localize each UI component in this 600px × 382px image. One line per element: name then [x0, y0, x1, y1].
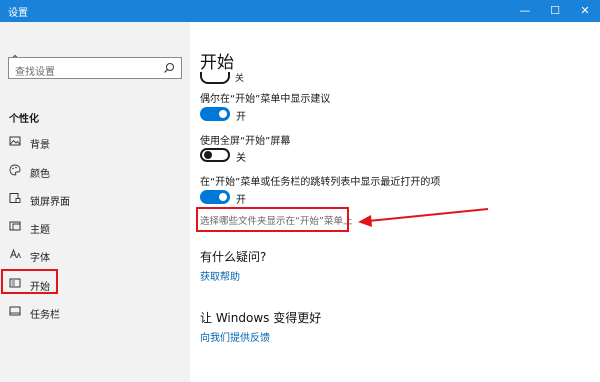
- annotation-arrow: [358, 208, 489, 227]
